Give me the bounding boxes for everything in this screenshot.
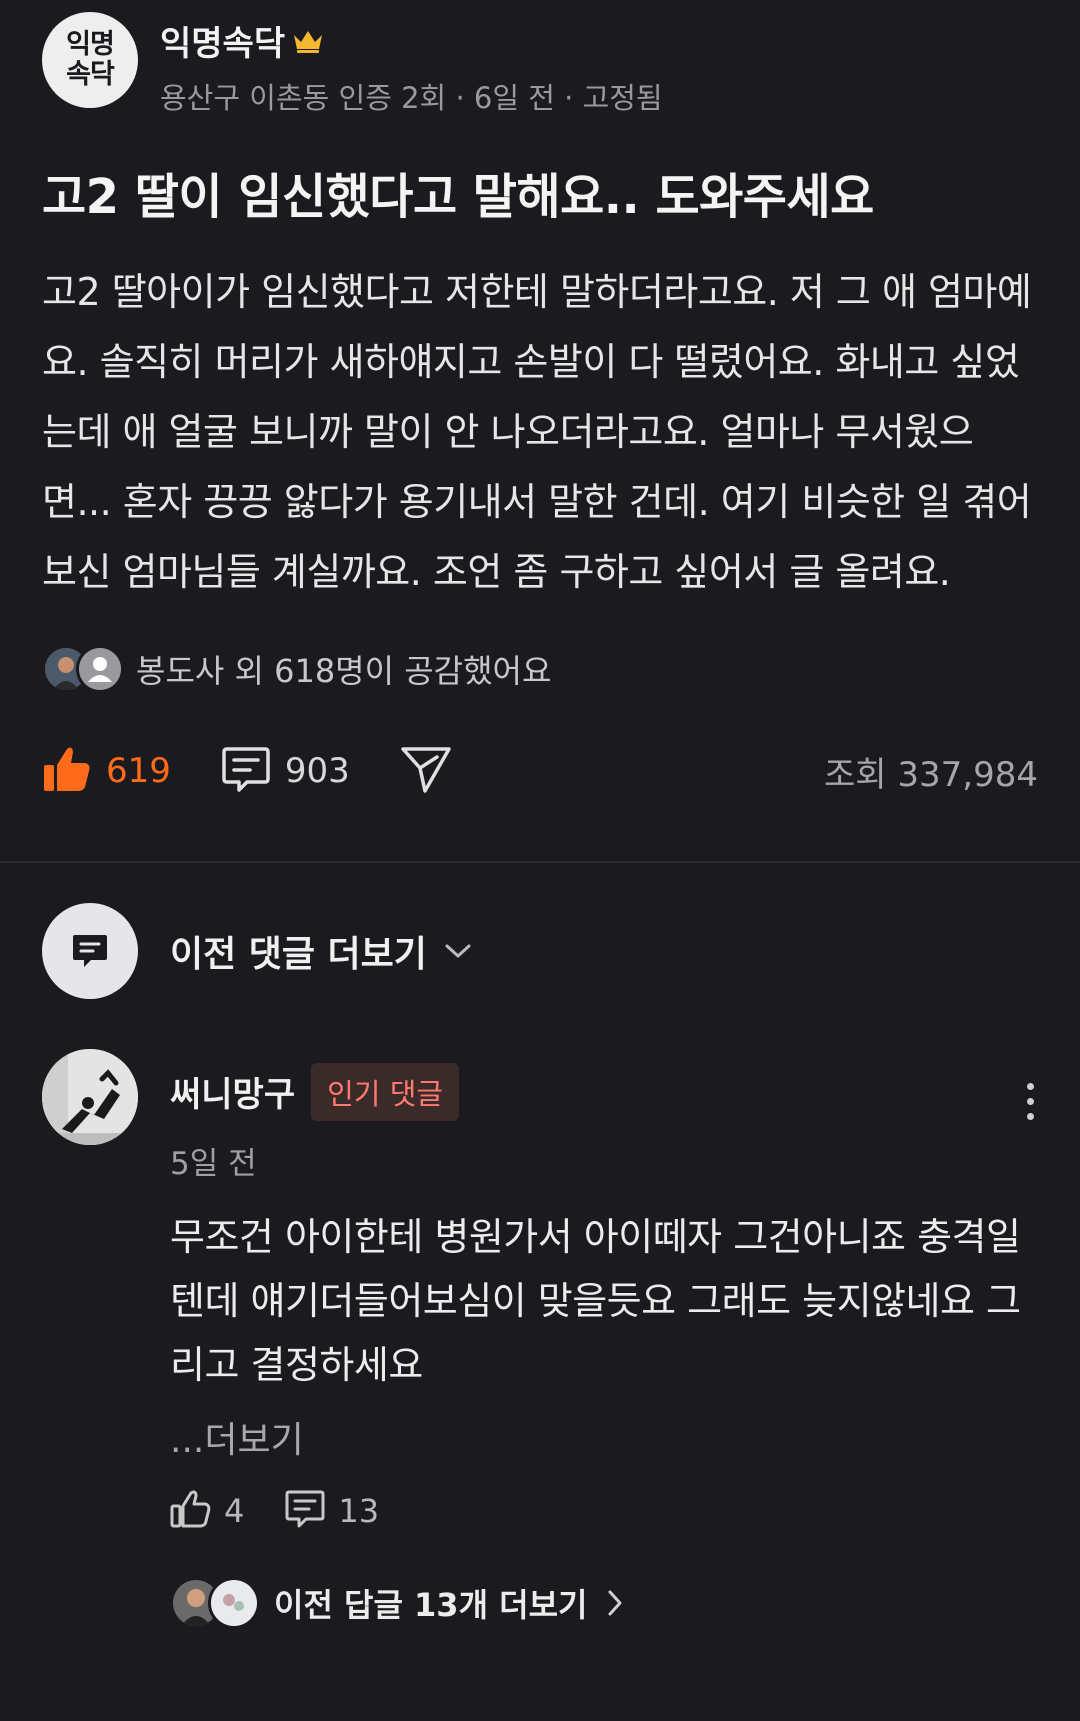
board-logo[interactable]: 익명 속닥 bbox=[42, 12, 138, 108]
post-body: 고2 딸아이가 임신했다고 저한테 말하더라고요. 저 그 애 엄마예요. 솔직… bbox=[42, 270, 1032, 594]
dot bbox=[1027, 1083, 1034, 1090]
comment-button[interactable]: 903 bbox=[221, 745, 350, 797]
like-count: 619 bbox=[106, 751, 171, 791]
comment-like-button[interactable]: 4 bbox=[170, 1489, 244, 1533]
popular-badge: 인기 댓글 bbox=[311, 1062, 460, 1121]
post-action-row: 619 903 조회 337,984 bbox=[42, 741, 1038, 801]
comment-main: 써니망구 인기 댓글 5일 전 무조건 아이한테 병원가서 아이떼자 그건아니죠… bbox=[170, 1049, 1038, 1629]
avatar[interactable] bbox=[42, 1049, 138, 1145]
more-vertical-icon[interactable] bbox=[1023, 1069, 1038, 1134]
dot bbox=[1027, 1113, 1034, 1120]
prev-replies-button[interactable]: 이전 답글 13개 더보기 bbox=[170, 1577, 1038, 1629]
crown-icon bbox=[291, 27, 325, 55]
post-meta: 용산구 이촌동 인증 2회 · 6일 전 · 고정됨 bbox=[160, 81, 663, 115]
comment-bubble-icon bbox=[42, 903, 138, 999]
board-logo-line-1: 익명 bbox=[66, 29, 115, 60]
view-count: 조회 337,984 bbox=[824, 754, 1038, 795]
post-header: 익명 속닥 익명속닥 용산구 이촌동 인증 2회 · 6일 전 · 고정됨 bbox=[42, 0, 1038, 117]
chevron-down-icon bbox=[443, 941, 473, 961]
like-button[interactable]: 619 bbox=[42, 745, 171, 797]
reply-avatars bbox=[170, 1577, 260, 1629]
chevron-right-icon bbox=[605, 1588, 625, 1618]
prev-comments-label: 이전 댓글 더보기 bbox=[170, 934, 427, 975]
comment-time: 5일 전 bbox=[170, 1146, 257, 1182]
board-name-row: 익명속닥 bbox=[160, 16, 663, 65]
comment-item: 써니망구 인기 댓글 5일 전 무조건 아이한테 병원가서 아이떼자 그건아니죠… bbox=[0, 999, 1080, 1629]
comment-count: 903 bbox=[284, 751, 350, 791]
comment-icon bbox=[221, 745, 271, 797]
comment-icon bbox=[284, 1489, 326, 1533]
prev-replies-label: 이전 답글 13개 더보기 bbox=[274, 1586, 588, 1624]
empathy-avatars bbox=[42, 645, 124, 693]
thumbs-up-filled-icon bbox=[42, 745, 92, 797]
comment-like-count: 4 bbox=[224, 1492, 245, 1530]
board-logo-line-2: 속닥 bbox=[66, 59, 115, 90]
comment-author[interactable]: 써니망구 bbox=[170, 1067, 295, 1116]
comment-reply-button[interactable]: 13 bbox=[284, 1489, 379, 1533]
header-text: 익명속닥 용산구 이촌동 인증 2회 · 6일 전 · 고정됨 bbox=[160, 12, 663, 117]
share-send-icon bbox=[400, 744, 452, 798]
avatar bbox=[208, 1577, 260, 1629]
share-button[interactable] bbox=[400, 744, 452, 798]
comment-text: 무조건 아이한테 병원가서 아이떼자 그건아니죠 충격일텐데 얘기더들어보심이 … bbox=[170, 1215, 1021, 1387]
comment-reply-count: 13 bbox=[338, 1492, 380, 1530]
comment-actions: 4 13 bbox=[170, 1489, 1038, 1533]
dot bbox=[1027, 1098, 1034, 1105]
avatar bbox=[76, 645, 124, 693]
thumbs-up-outline-icon bbox=[170, 1489, 212, 1533]
comment-head: 써니망구 인기 댓글 bbox=[170, 1049, 1038, 1134]
read-more-link[interactable]: ...더보기 bbox=[170, 1411, 1038, 1463]
empathy-text: 봉도사 외 618명이 공감했어요 bbox=[136, 652, 552, 690]
prev-comments-button[interactable]: 이전 댓글 더보기 bbox=[0, 863, 1080, 999]
post-title: 고2 딸이 임신했다고 말해요.. 도와주세요 bbox=[42, 169, 874, 225]
board-name[interactable]: 익명속닥 bbox=[160, 16, 285, 65]
empathy-row[interactable]: 봉도사 외 618명이 공감했어요 bbox=[42, 645, 1038, 693]
post: 익명 속닥 익명속닥 용산구 이촌동 인증 2회 · 6일 전 · 고정됨 고2… bbox=[0, 0, 1080, 801]
